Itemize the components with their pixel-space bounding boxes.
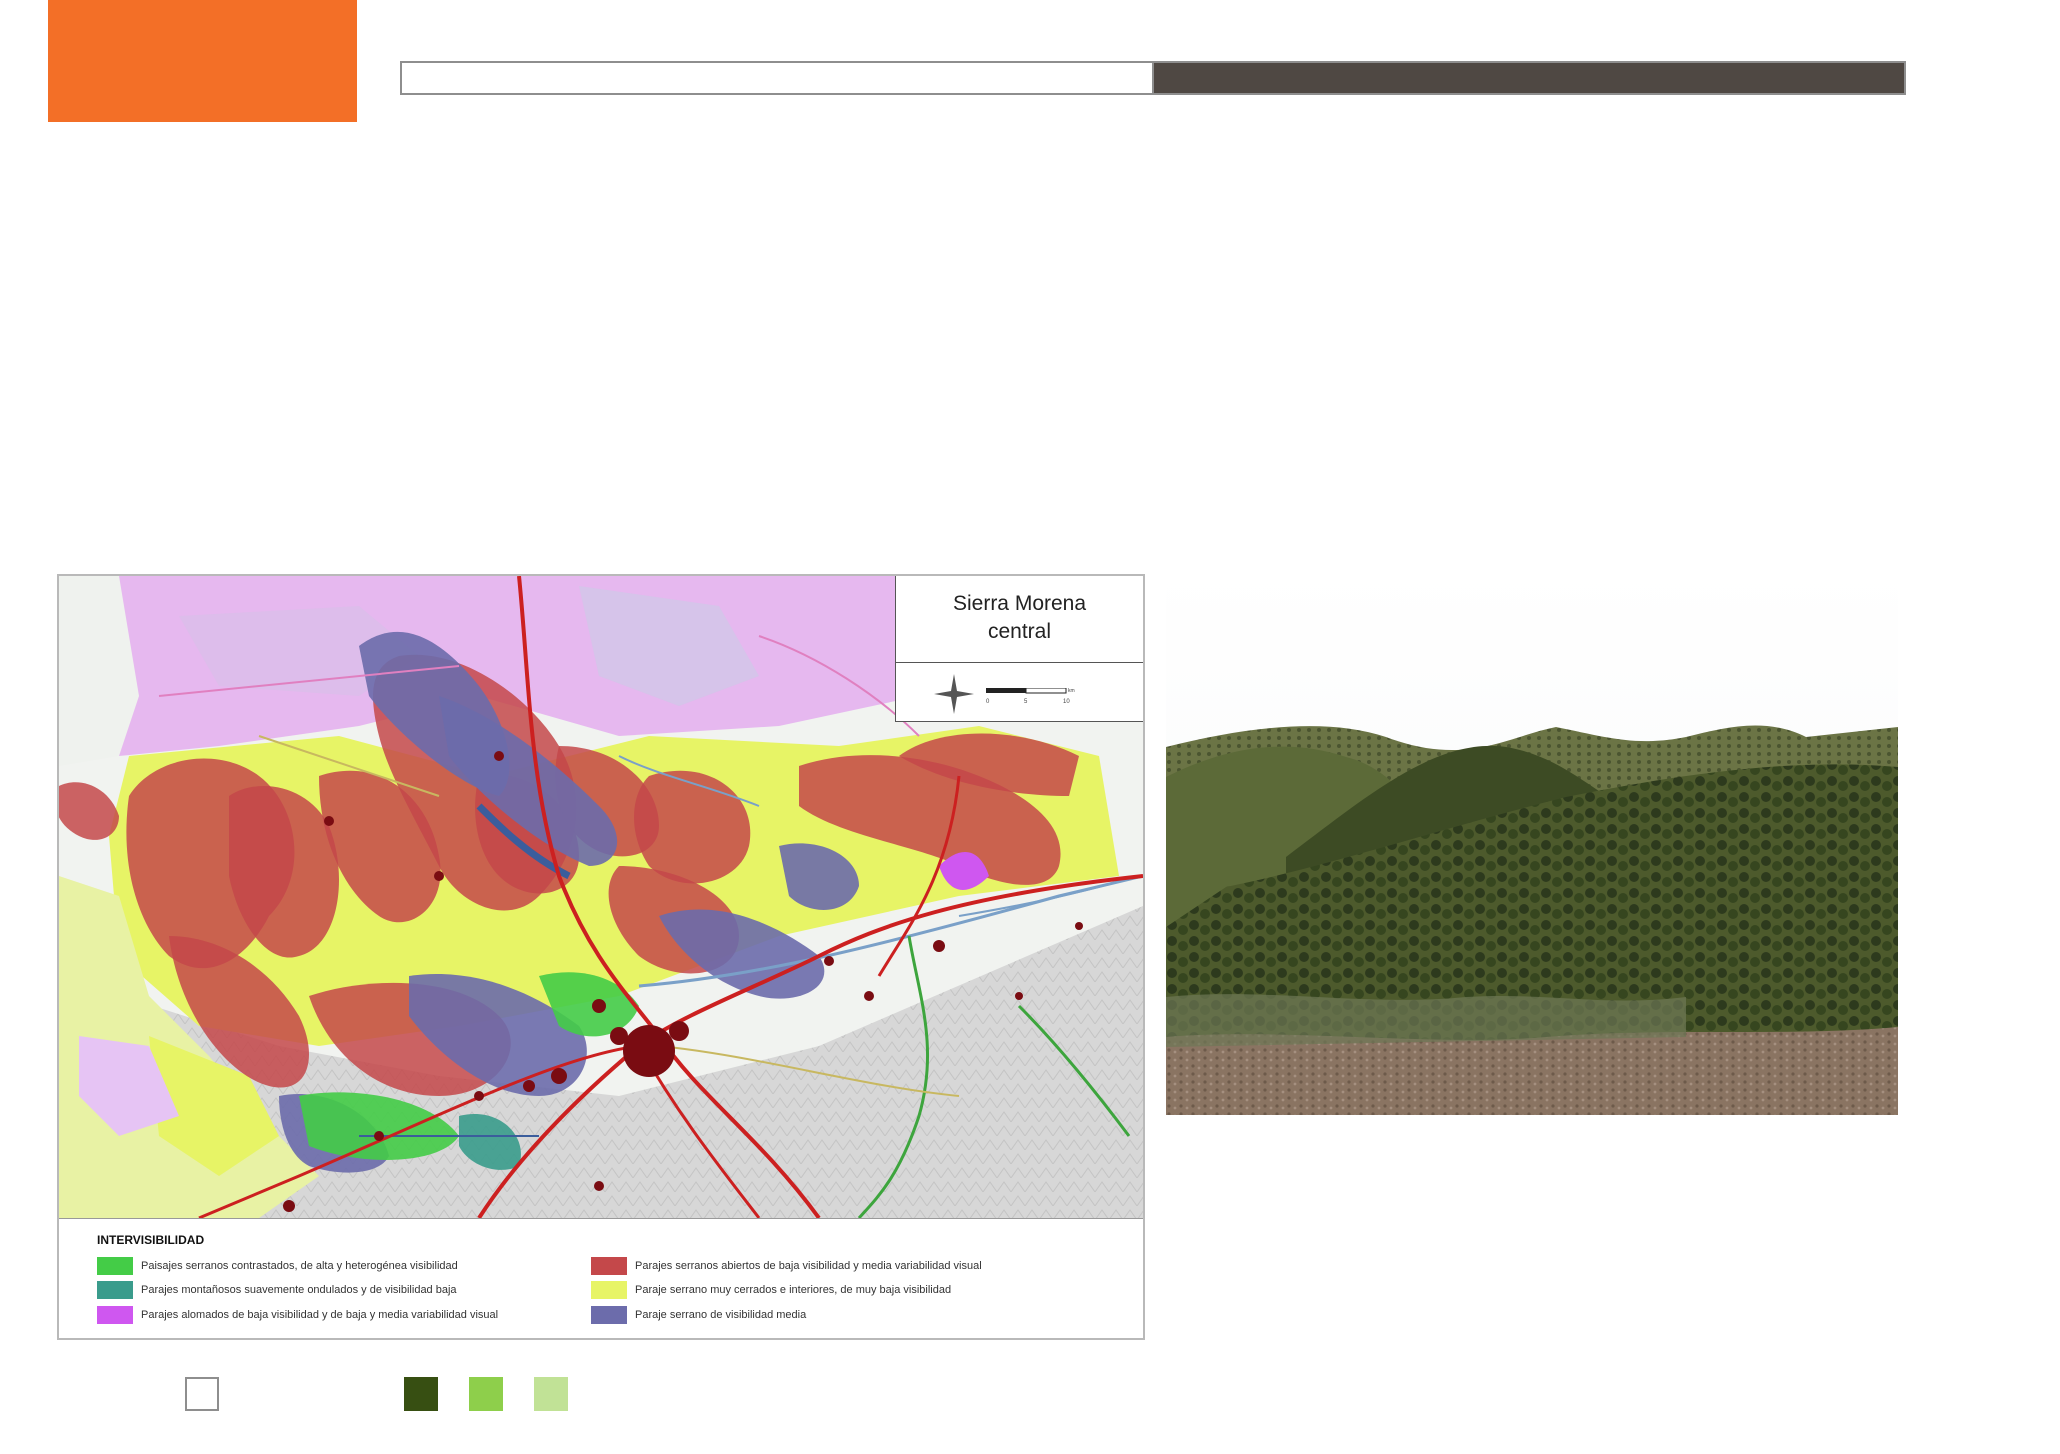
legend-swatch (97, 1306, 133, 1324)
legend-item: Parajes alomados de baja visibilidad y d… (97, 1306, 498, 1324)
scale-unit: km (1068, 688, 1075, 694)
legend-label: Paraje serrano de visibilidad media (635, 1309, 807, 1321)
legend-swatch (97, 1281, 133, 1299)
legend-item: Paisajes serranos contrastados, de alta … (97, 1257, 458, 1275)
legend-swatch (591, 1257, 627, 1275)
header-bar-dark (1154, 61, 1906, 95)
header-bar-light (400, 61, 1154, 95)
legend-title: INTERVISIBILIDAD (97, 1233, 205, 1247)
header-accent-block (48, 0, 357, 122)
map-figure: Sierra Morena central 0 5 10 km INTERVIS… (57, 574, 1145, 1340)
north-arrow-icon (934, 674, 974, 714)
map-legend: INTERVISIBILIDAD Paisajes serranos contr… (59, 1218, 1143, 1339)
legend-label: Paisajes serranos contrastados, de alta … (141, 1260, 458, 1272)
legend-swatch (591, 1281, 627, 1299)
legend-label: Paraje serrano muy cerrados e interiores… (635, 1284, 952, 1296)
legend-swatch (591, 1306, 627, 1324)
scale-tick-0: 0 (986, 699, 990, 705)
legend-item: Paraje serrano de visibilidad media (591, 1306, 806, 1324)
landscape-photo (1166, 567, 1898, 1115)
color-swatch-green (469, 1377, 503, 1411)
legend-item: Parajes montañosos suavemente ondulados … (97, 1281, 457, 1299)
title-divider (896, 662, 1143, 663)
color-swatch-dark-green (404, 1377, 438, 1411)
legend-item: Parajes serranos abiertos de baja visibi… (591, 1257, 982, 1275)
intervisibility-map: Sierra Morena central 0 5 10 km (59, 576, 1143, 1218)
scale-tick-10: 10 (1063, 699, 1070, 705)
map-title-box: Sierra Morena central 0 5 10 km (895, 576, 1143, 722)
legend-swatch (97, 1257, 133, 1275)
legend-item: Paraje serrano muy cerrados e interiores… (591, 1281, 951, 1299)
legend-label: Parajes alomados de baja visibilidad y d… (141, 1309, 499, 1321)
color-swatch-empty (185, 1377, 219, 1411)
scale-tick-5: 5 (1024, 699, 1028, 705)
color-swatch-light-green (534, 1377, 568, 1411)
scale-bar: 0 5 10 km (986, 688, 1075, 705)
legend-label: Parajes serranos abiertos de baja visibi… (635, 1260, 982, 1272)
map-title: Sierra Morena central (952, 592, 1087, 643)
legend-label: Parajes montañosos suavemente ondulados … (141, 1284, 457, 1296)
